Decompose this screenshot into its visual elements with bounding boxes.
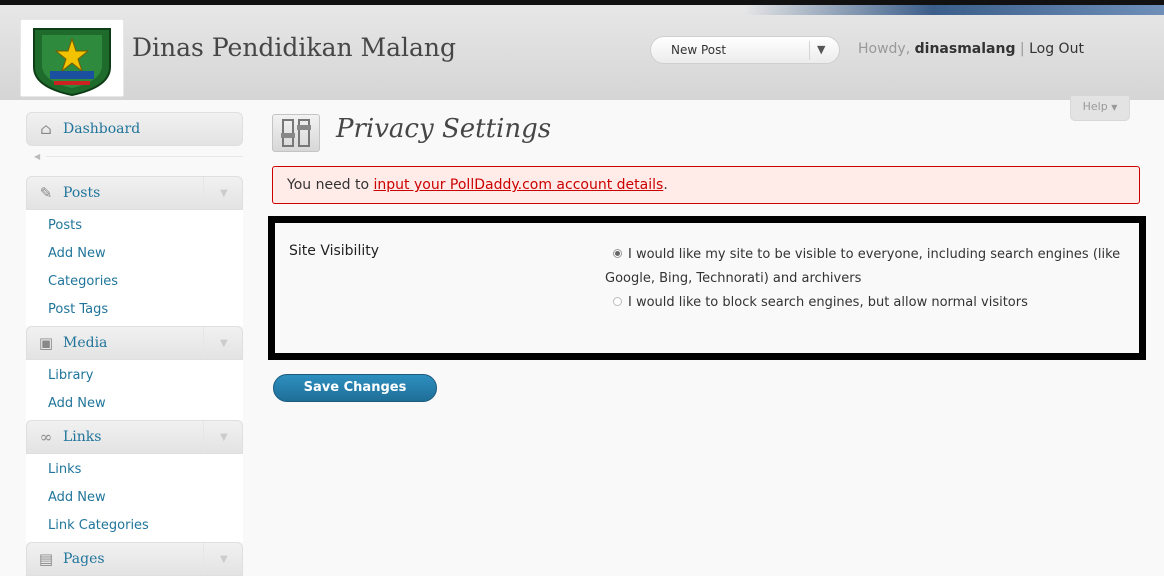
posts-submenu: Posts Add New Categories Post Tags xyxy=(26,210,243,326)
greeting-text: Howdy, xyxy=(858,41,911,57)
chevron-down-icon: ▼ xyxy=(1111,103,1118,112)
settings-icon xyxy=(272,114,320,152)
site-logo[interactable] xyxy=(19,18,125,98)
chevron-down-icon: ▼ xyxy=(220,432,228,443)
divider: | xyxy=(1019,41,1025,57)
sidebar-item-posts[interactable]: ✎ Posts ▼ xyxy=(26,176,243,210)
submenu-item-add-new-media[interactable]: Add New xyxy=(26,390,243,418)
notice-text: You need to xyxy=(287,177,374,193)
chevron-down-icon: ▼ xyxy=(220,188,228,199)
admin-header: Dinas Pendidikan Malang New Post ▼ Howdy… xyxy=(0,0,1164,100)
media-icon: ▣ xyxy=(38,334,54,352)
option-visible-label[interactable]: I would like my site to be visible to ev… xyxy=(605,247,1120,286)
submenu-toggle[interactable]: ▼ xyxy=(203,421,244,453)
pages-icon: ▤ xyxy=(38,550,54,568)
site-visibility-section: Site Visibility I would like my site to … xyxy=(268,216,1146,360)
header-accent-stripe xyxy=(744,5,1164,15)
radio-visible[interactable] xyxy=(613,248,622,258)
submenu-item-library[interactable]: Library xyxy=(26,362,243,390)
username-link[interactable]: dinasmalang xyxy=(915,41,1016,57)
sidebar-item-label: Links xyxy=(63,429,102,445)
dropdown-separator xyxy=(809,41,810,60)
help-tab[interactable]: Help ▼ xyxy=(1070,96,1130,121)
sidebar-item-media[interactable]: ▣ Media ▼ xyxy=(26,326,243,360)
logout-link[interactable]: Log Out xyxy=(1029,41,1084,57)
sidebar-item-dashboard[interactable]: ⌂ Dashboard xyxy=(26,112,243,146)
site-visibility-label: Site Visibility xyxy=(289,243,380,259)
submenu-item-post-tags[interactable]: Post Tags xyxy=(26,296,243,324)
site-visibility-options: I would like my site to be visible to ev… xyxy=(605,243,1130,315)
sidebar-item-links[interactable]: ∞ Links ▼ xyxy=(26,420,243,454)
sidebar-item-pages[interactable]: ▤ Pages ▼ xyxy=(26,542,243,576)
menu-separator[interactable]: ◀ xyxy=(26,146,243,168)
collapse-arrow-icon[interactable]: ◀ xyxy=(34,152,40,161)
polldaddy-notice: You need to input your PollDaddy.com acc… xyxy=(272,166,1140,204)
visibility-option-visible[interactable]: I would like my site to be visible to ev… xyxy=(605,243,1130,291)
radio-block-search-engines[interactable] xyxy=(613,296,622,306)
favorite-action-label[interactable]: New Post xyxy=(671,43,726,57)
site-title[interactable]: Dinas Pendidikan Malang xyxy=(132,33,456,62)
notice-text-end: . xyxy=(663,177,668,193)
admin-menu: ⌂ Dashboard ◀ ✎ Posts ▼ Posts Add New Ca… xyxy=(26,112,243,576)
option-block-label[interactable]: I would like to block search engines, bu… xyxy=(628,295,1028,310)
submenu-item-posts[interactable]: Posts xyxy=(26,212,243,240)
visibility-option-block[interactable]: I would like to block search engines, bu… xyxy=(605,291,1130,315)
page-title: Privacy Settings xyxy=(336,114,552,144)
chain-link-icon: ∞ xyxy=(39,428,53,446)
sidebar-item-label: Posts xyxy=(63,185,101,201)
home-icon: ⌂ xyxy=(40,120,52,138)
chevron-down-icon: ▼ xyxy=(220,338,228,349)
submenu-toggle[interactable]: ▼ xyxy=(203,327,244,359)
polldaddy-account-link[interactable]: input your PollDaddy.com account details xyxy=(374,177,664,193)
submenu-item-links[interactable]: Links xyxy=(26,456,243,484)
favorite-actions-dropdown[interactable]: New Post ▼ xyxy=(650,36,840,64)
sidebar-item-label: Dashboard xyxy=(63,121,141,137)
submenu-item-add-new-link[interactable]: Add New xyxy=(26,484,243,512)
links-submenu: Links Add New Link Categories xyxy=(26,454,243,542)
submenu-toggle[interactable]: ▼ xyxy=(203,543,244,575)
pushpin-icon: ✎ xyxy=(39,184,53,202)
submenu-item-add-new-post[interactable]: Add New xyxy=(26,240,243,268)
save-changes-button[interactable]: Save Changes xyxy=(273,374,437,402)
help-label: Help xyxy=(1082,100,1108,113)
submenu-item-categories[interactable]: Categories xyxy=(26,268,243,296)
sidebar-item-label: Media xyxy=(63,335,108,351)
user-info: Howdy, dinasmalang | Log Out xyxy=(858,41,1084,57)
chevron-down-icon: ▼ xyxy=(220,554,228,565)
submenu-toggle[interactable]: ▼ xyxy=(203,177,244,209)
sidebar-item-label: Pages xyxy=(63,551,105,567)
submenu-item-link-categories[interactable]: Link Categories xyxy=(26,512,243,540)
media-submenu: Library Add New xyxy=(26,360,243,420)
separator-line xyxy=(46,156,243,157)
chevron-down-icon[interactable]: ▼ xyxy=(817,43,825,56)
